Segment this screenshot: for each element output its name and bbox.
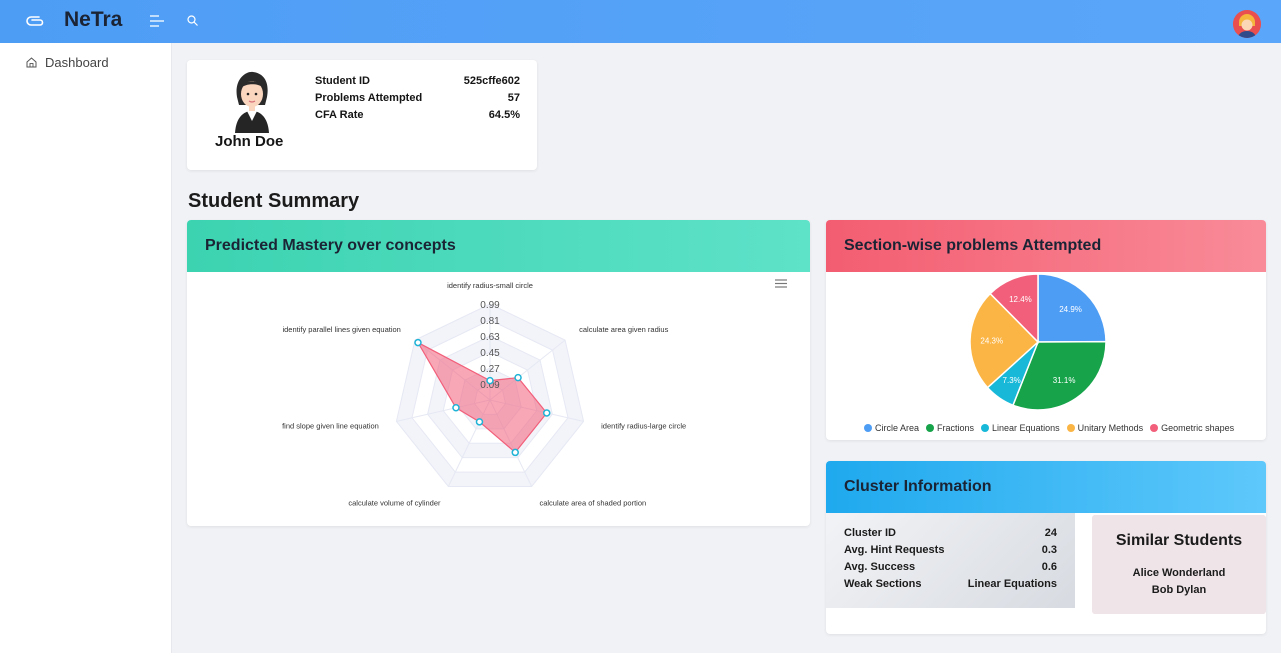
radar-point[interactable] <box>542 409 551 417</box>
cluster-label: Avg. Hint Requests <box>844 544 945 556</box>
stat-value: 525cffe602 <box>463 75 520 87</box>
stat-row-problems-attempted: Problems Attempted 57 <box>315 90 520 107</box>
stat-label: Problems Attempted <box>315 92 423 104</box>
pie-slice-label: 24.9% <box>1059 305 1082 314</box>
section-problems-card: Section-wise problems Attempted 24.9% 31.… <box>826 220 1266 440</box>
stat-label: CFA Rate <box>315 109 364 121</box>
sidebar: Dashboard <box>0 43 172 653</box>
radar-category-label: calculate volume of cylinder <box>348 499 441 508</box>
radar-tick-label: 0.81 <box>480 316 500 327</box>
pie-slice-label: 7.3% <box>1003 376 1021 385</box>
radar-point[interactable] <box>452 404 460 412</box>
cluster-label: Cluster ID <box>844 527 896 539</box>
legend-item[interactable]: Linear Equations <box>981 423 1060 433</box>
student-avatar <box>235 71 269 133</box>
pie-slice-label: 12.4% <box>1009 295 1032 304</box>
user-avatar[interactable] <box>1233 10 1261 38</box>
pie-slice-label: 24.3% <box>980 337 1003 346</box>
similar-students-title: Similar Students <box>1115 532 1243 549</box>
stat-row-student-id: Student ID 525cffe602 <box>315 73 520 90</box>
legend-label: Geometric shapes <box>1161 423 1235 433</box>
brand-title[interactable]: NeTra <box>64 8 122 32</box>
radar-point[interactable] <box>511 448 519 457</box>
cluster-value: 0.3 <box>1041 544 1057 556</box>
radar-point[interactable] <box>475 418 484 426</box>
legend-item[interactable]: Geometric shapes <box>1150 423 1234 433</box>
similar-student-name[interactable]: Alice Wonderland <box>1092 567 1266 579</box>
legend-color-dot <box>864 424 872 432</box>
cluster-value: Linear Equations <box>967 578 1057 590</box>
radar-point[interactable] <box>514 373 522 382</box>
pie-legend: Circle Area Fractions Linear Equations Unit… <box>864 423 1234 433</box>
search-icon[interactable] <box>187 15 198 26</box>
mastery-radar-chart: 0.990.810.630.450.270.09identify radius-… <box>282 281 686 508</box>
cluster-label: Weak Sections <box>844 578 922 590</box>
radar-tick-label: 0.63 <box>480 332 500 343</box>
radar-tick-label: 0.27 <box>480 364 500 375</box>
legend-item[interactable]: Circle Area <box>864 423 919 433</box>
legend-color-dot <box>1066 424 1075 432</box>
cluster-stats: Cluster ID 24 Avg. Hint Requests 0.3 Avg… <box>826 513 1075 608</box>
radar-point[interactable] <box>414 338 422 347</box>
mastery-card: Predicted Mastery over concepts 0.99 0.81… <box>187 220 810 526</box>
radar-category-label: identify radius-small circle <box>447 281 533 290</box>
page-title: Student Summary <box>188 190 360 212</box>
avatar-image <box>1233 10 1261 38</box>
stat-value: 64.5% <box>488 109 520 121</box>
similar-student-name[interactable]: Bob Dylan <box>1092 584 1266 596</box>
radar-category-label: find slope given line equation <box>282 421 379 430</box>
cluster-row: Avg. Success 0.6 <box>844 559 1057 576</box>
legend-color-dot <box>1150 424 1159 432</box>
legend-color-dot <box>981 424 990 432</box>
mastery-card-title: Predicted Mastery over concepts <box>187 220 810 272</box>
cluster-row: Cluster ID 24 <box>844 525 1057 542</box>
radar-category-label: calculate area of shaded portion <box>539 499 646 508</box>
cluster-label: Avg. Success <box>844 561 916 573</box>
stat-row-cfa-rate: CFA Rate 64.5% <box>315 107 520 124</box>
radar-category-label: calculate area given radius <box>579 325 668 334</box>
top-bar: NeTra <box>0 0 1281 43</box>
legend-label: Unitary Methods <box>1077 423 1144 433</box>
legend-item[interactable]: Fractions <box>926 423 974 433</box>
menu-toggle-icon[interactable] <box>150 15 164 27</box>
sidebar-item-dashboard[interactable]: Dashboard <box>26 55 109 70</box>
home-icon <box>26 57 37 68</box>
cluster-row: Avg. Hint Requests 0.3 <box>844 542 1057 559</box>
cluster-info-card: Cluster Information Cluster ID 24 Avg. H… <box>826 461 1266 634</box>
legend-label: Linear Equations <box>992 423 1060 433</box>
student-stats: Student ID 525cffe602 Problems Attempted… <box>315 73 520 124</box>
paperclip-icon[interactable] <box>26 13 44 29</box>
cluster-value: 24 <box>1044 527 1057 539</box>
radar-tick-label: 0.99 <box>480 300 500 311</box>
sidebar-item-label: Dashboard <box>45 55 109 70</box>
legend-color-dot <box>926 424 935 432</box>
section-card-title: Section-wise problems Attempted <box>826 220 1266 272</box>
radar-tick-label: 0.45 <box>480 348 500 359</box>
cluster-card-title: Cluster Information <box>826 461 1266 513</box>
cluster-row: Weak Sections Linear Equations <box>844 576 1057 593</box>
stat-value: 57 <box>507 92 520 104</box>
cluster-value: 0.6 <box>1041 561 1057 573</box>
legend-item[interactable]: Unitary Methods <box>1066 423 1144 433</box>
similar-students-panel: Similar Students Alice Wonderland Bob Dy… <box>1092 515 1266 614</box>
radar-category-label: identify radius-large circle <box>601 421 686 430</box>
student-profile-card: John Doe Student ID 525cffe602 Problems … <box>187 60 537 170</box>
radar-category-label: identify parallel lines given equation <box>282 325 400 334</box>
stat-label: Student ID <box>315 75 370 87</box>
legend-label: Fractions <box>937 423 975 433</box>
section-pie-chart: 24.9% 31.1% 7.3% 24.3% 12.4% <box>969 273 1107 411</box>
pie-slice-label: 31.1% <box>1053 376 1076 385</box>
radar-point[interactable] <box>486 376 494 385</box>
legend-label: Circle Area <box>875 423 920 433</box>
student-name: John Doe <box>215 133 284 150</box>
